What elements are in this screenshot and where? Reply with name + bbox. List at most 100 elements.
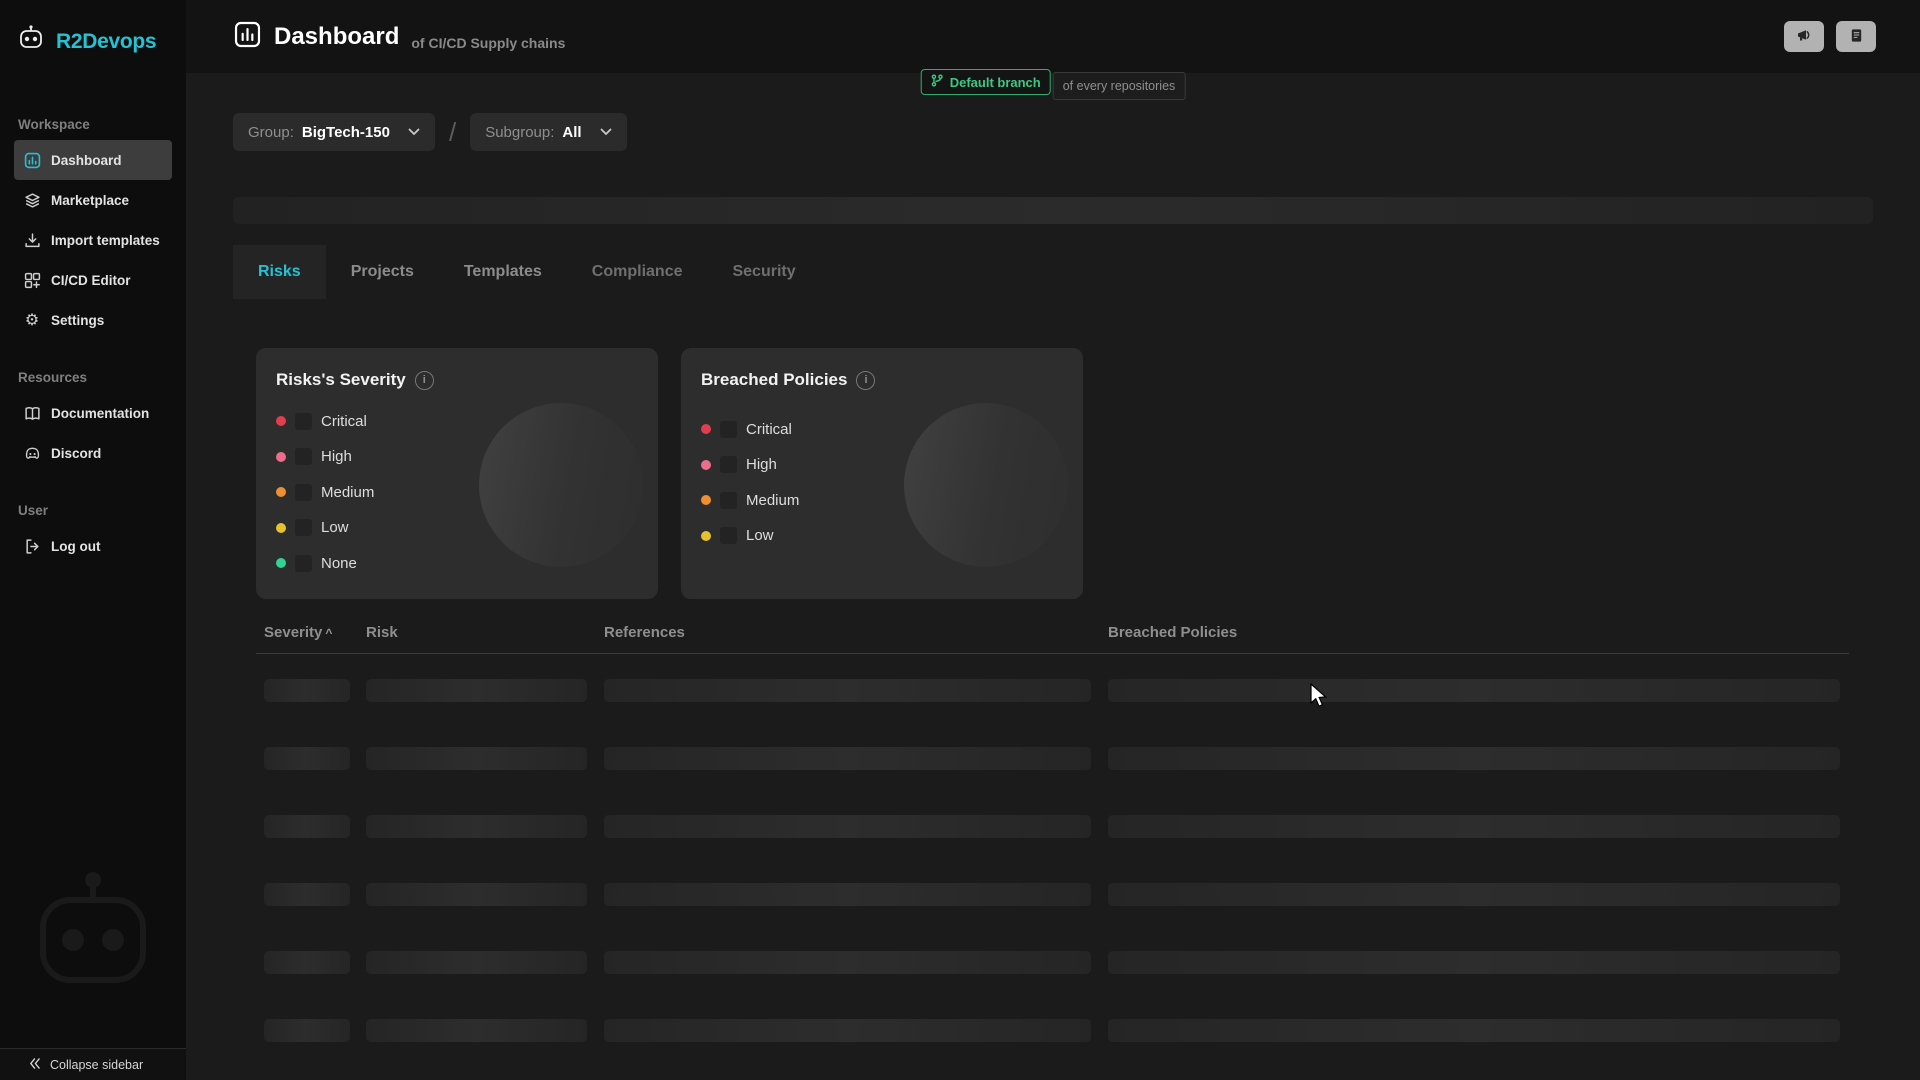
legend-count-skeleton bbox=[720, 492, 737, 509]
tab-templates[interactable]: Templates bbox=[439, 245, 567, 299]
logo[interactable]: R2Devops bbox=[0, 0, 186, 59]
legend-count-skeleton bbox=[295, 413, 312, 430]
double-chevron-left-icon bbox=[28, 1056, 41, 1074]
sidebar-section-user: User bbox=[0, 503, 186, 518]
cell-skeleton bbox=[1108, 747, 1840, 770]
sidebar-item-logout[interactable]: Log out bbox=[14, 526, 172, 566]
tab-projects[interactable]: Projects bbox=[326, 245, 439, 299]
git-branch-icon bbox=[931, 74, 944, 90]
column-header-breached-policies[interactable]: Breached Policies bbox=[1108, 624, 1849, 641]
marketplace-icon bbox=[23, 191, 41, 209]
dashboard-icon bbox=[23, 151, 41, 169]
announcement-button[interactable] bbox=[1784, 21, 1824, 52]
chevron-down-icon bbox=[600, 128, 612, 136]
r2devops-robot-icon bbox=[14, 24, 48, 59]
cell-skeleton bbox=[604, 815, 1091, 838]
cell-skeleton bbox=[264, 815, 350, 838]
cell-skeleton bbox=[604, 1019, 1091, 1042]
sidebar-item-import-templates[interactable]: Import templates bbox=[14, 220, 172, 260]
severity-dot bbox=[276, 487, 286, 497]
sidebar-item-settings[interactable]: ⚙ Settings bbox=[14, 300, 172, 340]
import-icon bbox=[23, 231, 41, 249]
page-subtitle: of CI/CD Supply chains bbox=[411, 35, 565, 54]
info-icon[interactable] bbox=[415, 371, 434, 390]
severity-dot bbox=[701, 531, 711, 541]
sidebar-item-label: Settings bbox=[51, 313, 104, 328]
donut-chart-skeleton bbox=[479, 403, 643, 567]
cell-skeleton bbox=[366, 883, 587, 906]
app-root: R2Devops Workspace Dashboard Marketplace bbox=[0, 0, 1920, 1080]
severity-dot bbox=[701, 424, 711, 434]
logout-icon bbox=[23, 537, 41, 555]
cell-skeleton bbox=[1108, 1019, 1840, 1042]
default-branch-label: Default branch bbox=[950, 75, 1041, 90]
table-row bbox=[256, 883, 1849, 906]
default-branch-chip[interactable]: Default branch bbox=[921, 69, 1051, 95]
cell-skeleton bbox=[1108, 883, 1840, 906]
dashboard-chart-icon bbox=[233, 20, 262, 54]
table-row bbox=[256, 1019, 1849, 1042]
risks-severity-card: Risks's Severity Critical High bbox=[256, 348, 658, 599]
column-header-severity[interactable]: Severity^ bbox=[256, 624, 366, 641]
discord-icon bbox=[23, 444, 41, 462]
page-title: Dashboard bbox=[274, 23, 399, 51]
breached-policies-card: Breached Policies Critical High bbox=[681, 348, 1083, 599]
tab-security[interactable]: Security bbox=[707, 245, 820, 299]
tab-compliance[interactable]: Compliance bbox=[567, 245, 708, 299]
sidebar-item-label: Dashboard bbox=[51, 153, 122, 168]
cell-skeleton bbox=[366, 951, 587, 974]
legend-count-skeleton bbox=[295, 448, 312, 465]
sidebar-item-documentation[interactable]: Documentation bbox=[14, 393, 172, 433]
legend-count-skeleton bbox=[295, 555, 312, 572]
table-row bbox=[256, 679, 1849, 702]
cell-skeleton bbox=[264, 679, 350, 702]
group-value: BigTech-150 bbox=[302, 124, 390, 141]
sidebar-section-workspace: Workspace bbox=[0, 117, 186, 132]
group-separator: / bbox=[449, 117, 456, 148]
settings-gear-icon: ⚙ bbox=[23, 311, 41, 329]
severity-dot bbox=[701, 495, 711, 505]
changelog-button[interactable] bbox=[1836, 21, 1876, 52]
branch-badge: Default branch of every repositories bbox=[921, 69, 1186, 100]
cell-skeleton bbox=[264, 883, 350, 906]
sidebar-item-label: Discord bbox=[51, 446, 101, 461]
table-row bbox=[256, 747, 1849, 770]
top-header: Dashboard of CI/CD Supply chains bbox=[186, 0, 1920, 73]
sidebar-item-label: Documentation bbox=[51, 406, 149, 421]
column-header-risk[interactable]: Risk bbox=[366, 624, 604, 641]
severity-dot bbox=[276, 452, 286, 462]
donut-chart-skeleton bbox=[904, 403, 1068, 567]
cell-skeleton bbox=[604, 747, 1091, 770]
sort-caret-icon: ^ bbox=[325, 626, 332, 640]
group-dropdown[interactable]: Group: BigTech-150 bbox=[233, 113, 435, 151]
cell-skeleton bbox=[366, 679, 587, 702]
sidebar-watermark-logo bbox=[8, 865, 178, 1020]
sidebar-item-label: CI/CD Editor bbox=[51, 273, 131, 288]
cell-skeleton bbox=[604, 679, 1091, 702]
sidebar-item-dashboard[interactable]: Dashboard bbox=[14, 140, 172, 180]
cell-skeleton bbox=[1108, 815, 1840, 838]
sidebar-item-marketplace[interactable]: Marketplace bbox=[14, 180, 172, 220]
cell-skeleton bbox=[604, 951, 1091, 974]
documentation-book-icon bbox=[23, 404, 41, 422]
cell-skeleton bbox=[1108, 679, 1840, 702]
loading-skeleton-bar bbox=[233, 197, 1873, 224]
repositories-scope-label: of every repositories bbox=[1053, 72, 1186, 100]
column-header-references[interactable]: References bbox=[604, 624, 1108, 641]
card-title: Breached Policies bbox=[701, 370, 847, 390]
tabs: Risks Projects Templates Compliance Secu… bbox=[233, 245, 1873, 299]
tab-risks[interactable]: Risks bbox=[233, 245, 326, 299]
table-row bbox=[256, 951, 1849, 974]
cell-skeleton bbox=[366, 747, 587, 770]
cicd-editor-icon bbox=[23, 271, 41, 289]
main-area: Dashboard of CI/CD Supply chains bbox=[186, 0, 1920, 1080]
legend-count-skeleton bbox=[295, 484, 312, 501]
sidebar-item-cicd-editor[interactable]: CI/CD Editor bbox=[14, 260, 172, 300]
legend-count-skeleton bbox=[295, 519, 312, 536]
subgroup-dropdown[interactable]: Subgroup: All bbox=[470, 113, 626, 151]
legend-count-skeleton bbox=[720, 421, 737, 438]
collapse-sidebar-button[interactable]: Collapse sidebar bbox=[0, 1048, 186, 1080]
sidebar-item-discord[interactable]: Discord bbox=[14, 433, 172, 473]
info-icon[interactable] bbox=[856, 371, 875, 390]
severity-dot bbox=[276, 523, 286, 533]
